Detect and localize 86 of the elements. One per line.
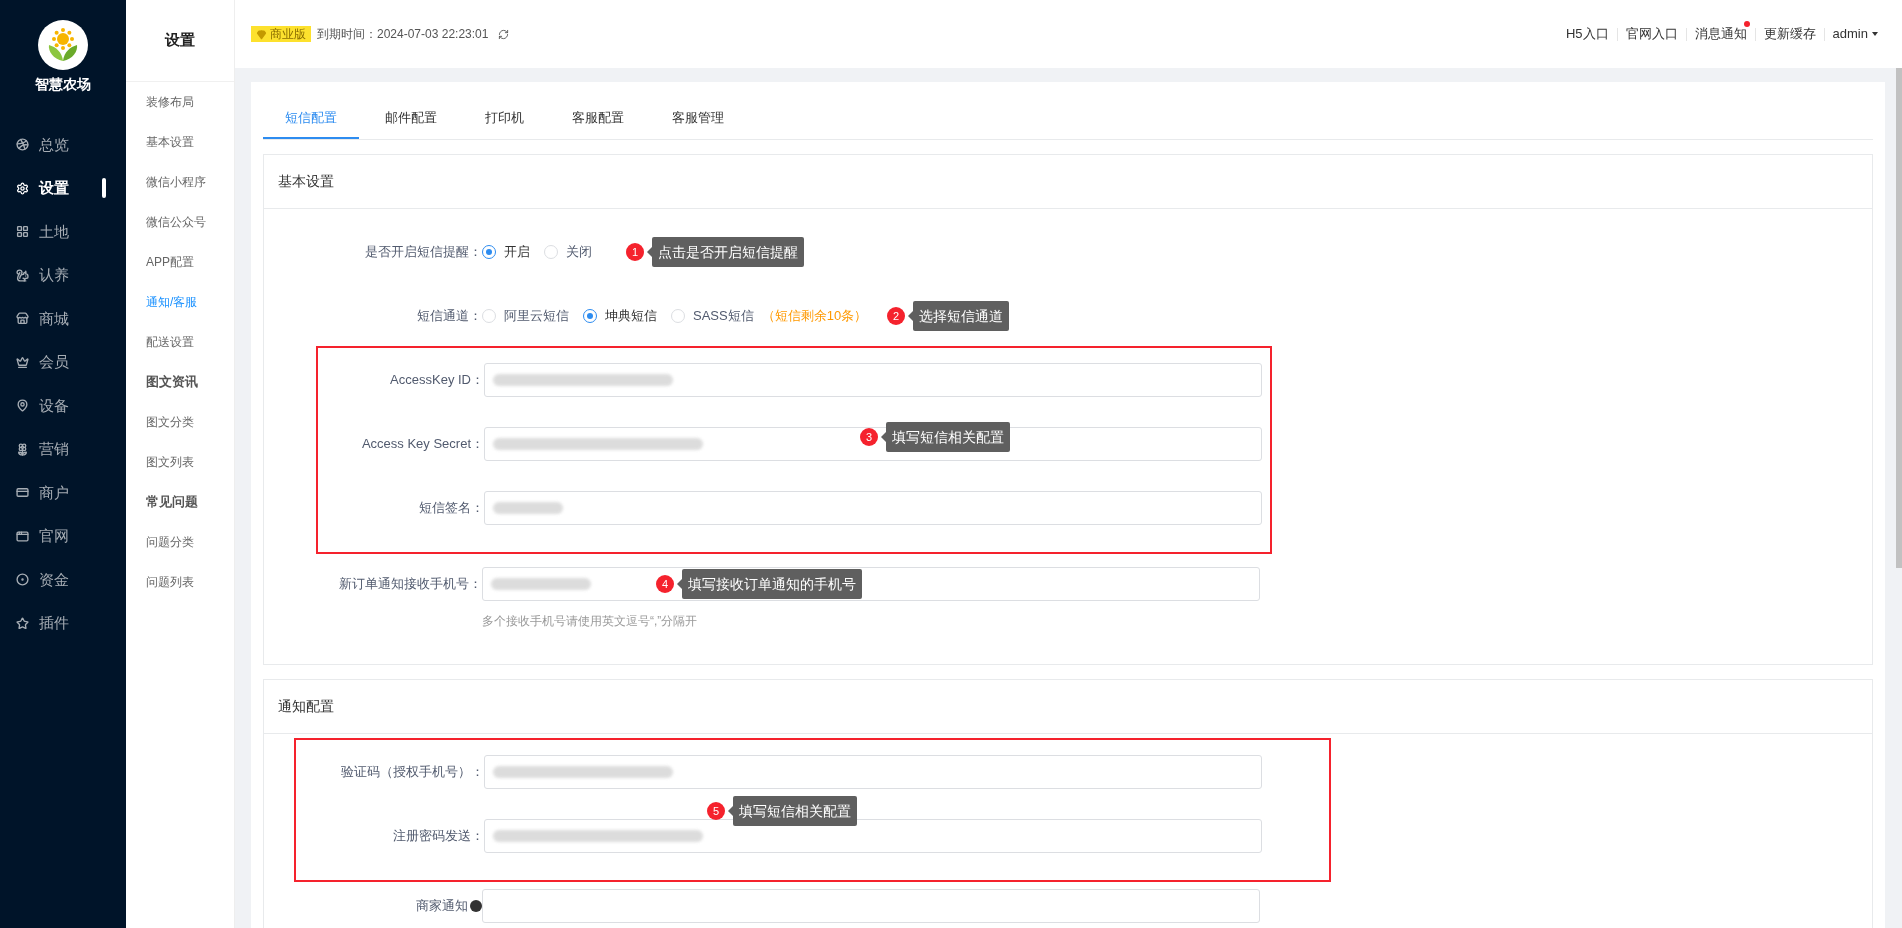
field-hint: 多个接收手机号请使用英文逗号“,”分隔开 [482, 613, 698, 630]
sub-menu-item[interactable]: 问题列表 [126, 562, 234, 602]
blurred-value [493, 502, 563, 514]
top-link[interactable]: 官网入口 [1625, 24, 1678, 44]
input-field[interactable] [484, 491, 1262, 525]
settings-icon [16, 181, 29, 195]
nav-item[interactable]: 总览 [0, 123, 126, 167]
top-link[interactable]: 消息通知 [1694, 24, 1747, 44]
field-label: 新订单通知接收手机号： [339, 575, 482, 594]
edition-badge: 商业版 [251, 26, 311, 42]
field-label: AccessKey ID： [390, 371, 484, 390]
tab[interactable]: 客服配置 [550, 99, 646, 139]
tab[interactable]: 打印机 [463, 99, 546, 139]
field-label: 短信通道： [416, 307, 482, 326]
field-label: 验证码（授权手机号）： [341, 763, 484, 782]
flower-icon [16, 442, 29, 456]
radio-option[interactable]: SASS短信 [671, 306, 754, 326]
sub-menu-item[interactable]: 微信小程序 [126, 162, 234, 202]
tab[interactable]: 邮件配置 [363, 99, 459, 139]
sub-menu-item[interactable]: 图文列表 [126, 442, 234, 482]
sub-menu-item[interactable]: 图文分类 [126, 402, 234, 442]
callout-number: 5 [707, 802, 725, 820]
logo-text: 智慧农场 [35, 75, 91, 94]
ball-icon [16, 138, 29, 152]
nav-item[interactable]: 认养 [0, 253, 126, 297]
field-label: 是否开启短信提醒： [364, 243, 482, 262]
sub-sidebar-title: 设置 [165, 30, 195, 51]
callout-number: 2 [887, 307, 906, 325]
sub-menu-item[interactable]: 基本设置 [126, 122, 234, 162]
card-title: 通知配置 [278, 697, 334, 716]
menu-group-title: 常见问题 [146, 493, 198, 512]
tab[interactable]: 客服管理 [650, 99, 746, 139]
sub-menu-item[interactable]: APP配置 [126, 242, 234, 282]
nav-item[interactable]: 官网 [0, 514, 126, 558]
input-field[interactable] [484, 755, 1262, 789]
radio-option[interactable]: 阿里云短信 [482, 306, 569, 326]
nav-item[interactable]: 会员 [0, 340, 126, 384]
pin-icon [16, 399, 29, 413]
tab[interactable]: 短信配置 [263, 99, 359, 139]
target-icon [16, 573, 29, 587]
nav-item[interactable]: 设置 [0, 166, 126, 210]
logo-icon [38, 20, 88, 70]
sub-menu-item[interactable]: 问题分类 [126, 522, 234, 562]
callout-number: 1 [626, 243, 644, 261]
sms-balance-note: （短信剩余10条） [761, 307, 868, 326]
nav-item[interactable]: 营销 [0, 427, 126, 471]
field-label: 注册密码发送： [393, 827, 484, 846]
callout-tooltip: 点击是否开启短信提醒 [652, 237, 804, 267]
field-label: 商家通知 [416, 897, 468, 916]
radio-option[interactable]: 开启 [482, 242, 530, 262]
grid-icon [16, 225, 29, 239]
callout-tooltip: 填写接收订单通知的手机号 [682, 569, 862, 599]
callout-tooltip: 选择短信通道 [913, 301, 1010, 331]
menu-group-title: 图文资讯 [146, 373, 198, 392]
radio-option[interactable]: 坤典短信 [583, 306, 657, 326]
nav-item[interactable]: 设备 [0, 384, 126, 428]
radio-option[interactable]: 关闭 [544, 242, 592, 262]
top-link[interactable]: 更新缓存 [1763, 24, 1816, 44]
input-field[interactable] [484, 819, 1262, 853]
sub-menu-item[interactable]: 配送设置 [126, 322, 234, 362]
info-icon [470, 900, 482, 912]
nav-item[interactable]: 商户 [0, 471, 126, 515]
sub-menu-item[interactable]: 装修布局 [126, 82, 234, 122]
sub-menu-item[interactable]: 微信公众号 [126, 202, 234, 242]
nav-item[interactable]: 土地 [0, 210, 126, 254]
field-label: 短信签名： [419, 499, 484, 518]
window-icon [16, 529, 29, 543]
refresh-icon[interactable] [498, 28, 510, 40]
input-field[interactable] [484, 427, 1262, 461]
field-label: Access Key Secret： [361, 435, 484, 454]
nav-item[interactable]: 插件 [0, 601, 126, 645]
crown-icon [16, 355, 29, 369]
expiry-text: 到期时间：2024-07-03 22:23:01 [317, 26, 489, 43]
nav-item[interactable]: 资金 [0, 558, 126, 602]
top-link[interactable]: H5入口 [1565, 24, 1609, 44]
star-icon [16, 616, 29, 630]
input-field[interactable] [482, 889, 1260, 923]
input-field[interactable] [484, 363, 1262, 397]
nav-item[interactable]: 商城 [0, 297, 126, 341]
card-icon [16, 486, 29, 500]
animal-icon [16, 268, 29, 282]
shop-icon [16, 312, 29, 326]
callout-tooltip: 填写短信相关配置 [733, 796, 857, 826]
top-link[interactable]: admin [1832, 24, 1878, 44]
card-title: 基本设置 [278, 172, 334, 191]
callout-tooltip: 填写短信相关配置 [886, 422, 1010, 452]
